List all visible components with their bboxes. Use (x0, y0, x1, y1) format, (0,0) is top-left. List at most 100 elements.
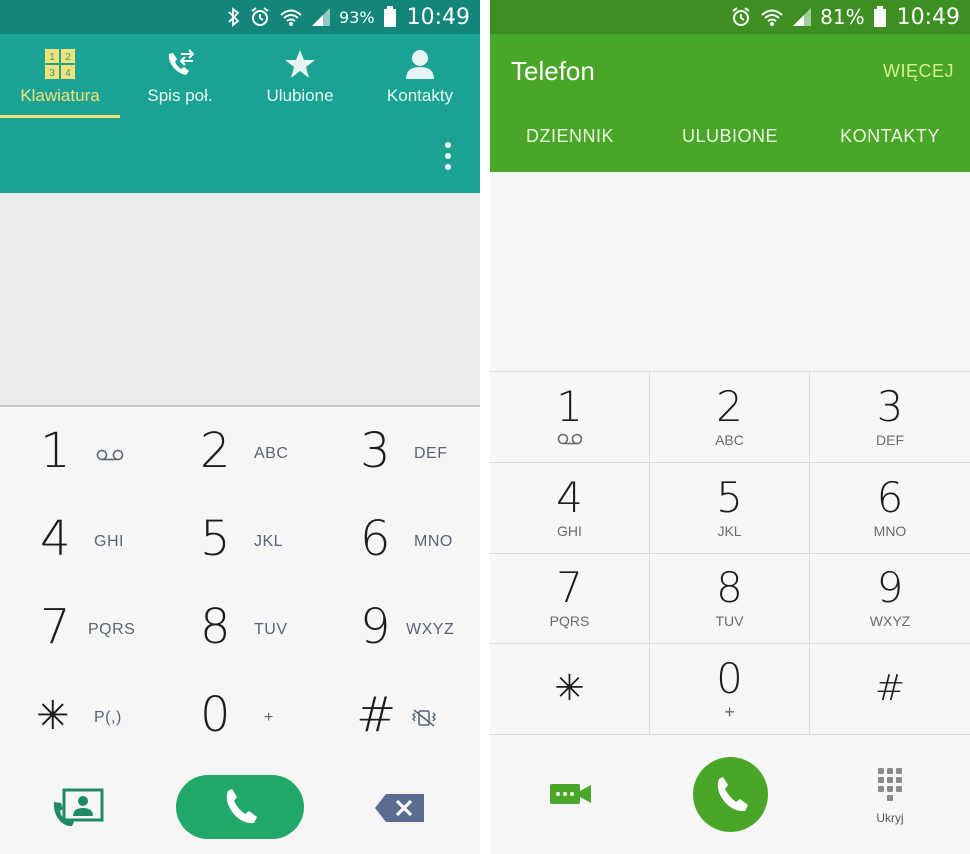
key-digit: 1 (40, 423, 71, 479)
key-digit: 4 (556, 472, 583, 522)
alarm-icon (732, 7, 750, 26)
key-4[interactable]: 4 GHI (0, 497, 160, 585)
alarm-icon (251, 7, 269, 26)
tab-bar: 1 2 3 4 Klawiatura Spis poł. Ulubione Ko… (0, 34, 480, 118)
key-letters: TUV (254, 621, 288, 638)
key-4[interactable]: 4 GHI (490, 462, 650, 554)
key-digit: 9 (876, 563, 904, 613)
key-hash[interactable]: # (810, 644, 970, 735)
key-digit: 3 (360, 423, 391, 479)
tab-contacts[interactable]: KONTAKTY (810, 126, 970, 147)
app-header: 1 2 3 4 Klawiatura Spis poł. Ulubione Ko… (0, 34, 480, 193)
key-star[interactable]: ✳ (490, 644, 650, 735)
key-letters: MNO (414, 533, 453, 550)
voicemail-icon (96, 449, 124, 461)
key-letters: P(,) (94, 709, 122, 726)
key-0[interactable]: 0 + (160, 673, 320, 761)
key-digit: # (356, 687, 397, 743)
tab-label: Spis poł. (147, 86, 213, 105)
key-letters: WXYZ (869, 613, 911, 630)
tab-label: Ulubione (266, 86, 334, 105)
app-header: Telefon WIĘCEJ DZIENNIK ULUBIONE KONTAKT… (490, 34, 970, 172)
key-letters: MNO (873, 522, 907, 539)
key-digit: 6 (360, 511, 391, 567)
key-digit: 1 (556, 381, 583, 431)
key-3[interactable]: 3 DEF (320, 409, 480, 497)
key-digit: # (874, 668, 906, 710)
key-digit: 2 (200, 423, 231, 479)
overflow-menu-icon[interactable] (442, 142, 454, 170)
key-letters: JKL (717, 522, 742, 539)
key-digit: ✳ (36, 693, 70, 739)
battery-icon (873, 6, 886, 27)
key-digit: 8 (716, 563, 743, 613)
key-5[interactable]: 5 JKL (650, 462, 810, 554)
svg-text:3: 3 (49, 68, 55, 79)
key-letters: GHI (557, 522, 582, 539)
key-digit: 5 (716, 472, 743, 522)
key-letters: + (264, 709, 274, 726)
tab-log[interactable]: DZIENNIK (490, 126, 650, 147)
key-5[interactable]: 5 JKL (160, 497, 320, 585)
tab-call-log[interactable]: Spis poł. (120, 34, 240, 118)
svg-text:4: 4 (65, 68, 71, 79)
tab-favorites[interactable]: ULUBIONE (650, 126, 810, 147)
backspace-icon[interactable] (374, 793, 426, 823)
key-star[interactable]: ✳ P(,) (0, 673, 160, 761)
call-button[interactable] (693, 757, 768, 832)
number-display[interactable] (0, 193, 480, 407)
dialer-screen-left: 93% 10:49 1 2 3 4 Klawiatura Spis poł. U… (0, 0, 480, 854)
key-digit: 2 (716, 381, 743, 431)
wifi-icon (280, 9, 302, 26)
keypad-grid-icon: 1 2 3 4 (45, 49, 75, 79)
tab-label: Klawiatura (20, 86, 100, 105)
key-9[interactable]: 9 WXYZ (320, 585, 480, 673)
page-title: Telefon (511, 56, 595, 86)
svg-text:2: 2 (65, 52, 71, 63)
key-0[interactable]: 0 + (650, 644, 810, 735)
key-digit: 9 (360, 599, 391, 655)
key-hash[interactable]: # (320, 673, 480, 761)
key-9[interactable]: 9 WXYZ (810, 554, 970, 645)
key-6[interactable]: 6 MNO (810, 463, 970, 554)
key-letters: DEF (876, 431, 904, 448)
video-call-icon[interactable] (550, 782, 592, 806)
phone-icon (717, 776, 748, 811)
voicemail-icon (557, 431, 583, 449)
call-button[interactable] (176, 775, 304, 839)
key-1[interactable]: 1 (490, 372, 650, 463)
svg-text:1: 1 (49, 52, 55, 63)
key-8[interactable]: 8 TUV (160, 585, 320, 673)
tab-favorites[interactable]: Ulubione (240, 34, 360, 118)
battery-percent: 81% (820, 5, 865, 29)
key-letters: TUV (715, 613, 744, 630)
key-3[interactable]: 3 DEF (810, 372, 970, 463)
tab-contacts[interactable]: Kontakty (360, 34, 480, 118)
dialer-screen-right: 81% 10:49 Telefon WIĘCEJ DZIENNIK ULUBIO… (490, 0, 970, 854)
keypad: 1 2 ABC 3 DEF 4 GHI 5 JKL 6 MNO 7 PQRS 8 TUV 9W… (490, 371, 970, 735)
tab-keypad[interactable]: 1 2 3 4 Klawiatura (0, 34, 120, 118)
battery-icon (383, 6, 396, 27)
wifi-icon (761, 9, 783, 26)
key-7[interactable]: 7 PQRS (0, 585, 160, 673)
key-2[interactable]: 2 ABC (160, 409, 320, 497)
contact-call-icon[interactable] (52, 788, 104, 828)
action-bar: Ukryj (490, 735, 970, 854)
status-bar: 93% 10:49 (0, 0, 480, 34)
key-7[interactable]: 7 PQRS (490, 553, 650, 645)
keypad-grid-icon (878, 768, 902, 801)
hide-keypad-button[interactable]: Ukryj (866, 768, 914, 825)
more-button[interactable]: WIĘCEJ (883, 61, 954, 82)
key-8[interactable]: 8 TUV (650, 553, 810, 645)
key-letters: DEF (414, 445, 448, 462)
number-display[interactable] (490, 172, 970, 371)
key-letters: JKL (254, 533, 284, 550)
key-2[interactable]: 2 ABC (650, 372, 810, 463)
key-6[interactable]: 6 MNO (320, 497, 480, 585)
key-digit: 6 (876, 472, 904, 522)
battery-percent: 93% (339, 7, 375, 27)
action-bar (0, 760, 480, 854)
key-digit: 3 (876, 381, 904, 431)
key-1[interactable]: 1 (0, 409, 160, 497)
key-letters: PQRS (88, 621, 136, 638)
